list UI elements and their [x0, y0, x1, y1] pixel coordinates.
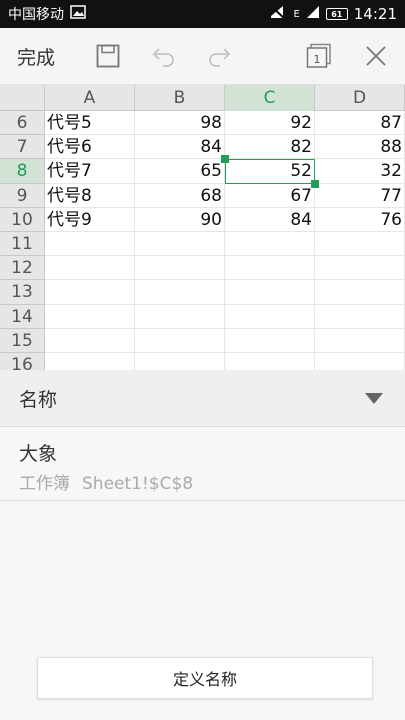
cell-a10[interactable]: 代号9 — [45, 207, 135, 232]
cell-c15[interactable] — [225, 328, 315, 353]
cell-d6[interactable]: 87 — [315, 111, 405, 136]
cell-c6[interactable]: 92 — [225, 111, 315, 136]
cell-d8[interactable]: 32 — [315, 159, 405, 184]
row-header-13[interactable]: 13 — [0, 280, 45, 305]
column-headers: A B C D — [0, 85, 405, 111]
row-header-9[interactable]: 9 — [0, 183, 45, 208]
cell-c14[interactable] — [225, 304, 315, 329]
cell-c16[interactable] — [225, 353, 315, 370]
save-icon[interactable] — [94, 42, 122, 70]
selection-handle-top-left[interactable] — [221, 155, 229, 164]
defined-name-reference: 工作簿 Sheet1!$C$8 — [19, 469, 205, 494]
cell-c7[interactable]: 82 — [225, 135, 315, 160]
cell-a13[interactable] — [45, 280, 135, 305]
dropdown-arrow-icon[interactable] — [365, 393, 383, 404]
row-header-14[interactable]: 14 — [0, 304, 45, 329]
cell-b14[interactable] — [135, 304, 225, 329]
defined-name-range: Sheet1!$C$8 — [82, 474, 194, 494]
column-header-b[interactable]: B — [135, 85, 225, 111]
cell-b6[interactable]: 98 — [135, 111, 225, 136]
network-type: E — [293, 8, 300, 20]
row-header-7[interactable]: 7 — [0, 135, 45, 160]
signal-muted-icon — [269, 4, 287, 24]
cell-a6[interactable]: 代号5 — [45, 111, 135, 136]
battery-icon: 61 — [325, 8, 348, 20]
cell-d12[interactable] — [315, 256, 405, 281]
cell-d16[interactable] — [315, 353, 405, 370]
defined-name: 大象 — [19, 443, 58, 465]
row-header-12[interactable]: 12 — [0, 256, 45, 281]
cell-b10[interactable]: 90 — [135, 207, 225, 232]
cell-a15[interactable] — [45, 328, 135, 353]
cell-c10[interactable]: 84 — [225, 207, 315, 232]
image-notification-icon — [70, 5, 86, 23]
cell-b11[interactable] — [135, 232, 225, 257]
cell-b13[interactable] — [135, 280, 225, 305]
cell-a11[interactable] — [45, 232, 135, 257]
cell-c9[interactable]: 67 — [225, 183, 315, 208]
cell-b7[interactable]: 84 — [135, 135, 225, 160]
cell-a8[interactable]: 代号7 — [45, 159, 135, 184]
defined-name-item[interactable]: 大象 工作簿 Sheet1!$C$8 — [0, 427, 405, 501]
cell-a16[interactable] — [45, 353, 135, 370]
status-bar: 中国移动 E 61 14:21 — [0, 0, 405, 28]
redo-icon[interactable] — [205, 42, 233, 70]
app-screen: 中国移动 E 61 14:21 完成 1 A B C D 6 代号5 98 92… — [0, 0, 405, 720]
close-icon[interactable] — [362, 42, 390, 70]
cell-d7[interactable]: 88 — [315, 135, 405, 160]
cell-d13[interactable] — [315, 280, 405, 305]
cell-b16[interactable] — [135, 353, 225, 370]
cell-d14[interactable] — [315, 304, 405, 329]
cell-c8[interactable]: 52 — [225, 159, 315, 184]
defined-name-scope: 工作簿 — [19, 474, 70, 494]
cell-b12[interactable] — [135, 256, 225, 281]
name-dropdown[interactable]: 名称 — [0, 370, 405, 427]
clock: 14:21 — [353, 5, 397, 23]
cell-a7[interactable]: 代号6 — [45, 135, 135, 160]
sheet-switch-icon[interactable]: 1 — [305, 42, 333, 70]
cell-d11[interactable] — [315, 232, 405, 257]
column-header-a[interactable]: A — [45, 85, 135, 111]
done-button[interactable]: 完成 — [17, 43, 55, 70]
cell-d15[interactable] — [315, 328, 405, 353]
carrier-name: 中国移动 — [8, 7, 64, 23]
toolbar: 完成 1 — [0, 28, 405, 85]
row-header-15[interactable]: 15 — [0, 328, 45, 353]
row-header-16[interactable]: 16 — [0, 353, 45, 370]
svg-text:1: 1 — [314, 53, 321, 66]
cell-c13[interactable] — [225, 280, 315, 305]
name-label: 名称 — [19, 388, 58, 411]
cell-c12[interactable] — [225, 256, 315, 281]
cell-a9[interactable]: 代号8 — [45, 183, 135, 208]
column-header-d[interactable]: D — [315, 85, 405, 111]
cell-b8[interactable]: 65 — [135, 159, 225, 184]
selection-handle-bottom-right[interactable] — [311, 179, 319, 188]
cell-d9[interactable]: 77 — [315, 183, 405, 208]
spreadsheet-grid[interactable]: A B C D 6 代号5 98 92 87 7 代号6 84 82 88 8 代号7 65 52 32 9 代… — [0, 85, 405, 370]
cell-b9[interactable]: 68 — [135, 183, 225, 208]
signal-icon — [306, 5, 320, 23]
cell-c11[interactable] — [225, 232, 315, 257]
define-name-button[interactable]: 定义名称 — [37, 657, 373, 699]
cell-a12[interactable] — [45, 256, 135, 281]
undo-icon[interactable] — [150, 42, 178, 70]
corner-cell[interactable] — [0, 85, 45, 111]
cell-a14[interactable] — [45, 304, 135, 329]
row-header-11[interactable]: 11 — [0, 232, 45, 257]
row-header-6[interactable]: 6 — [0, 111, 45, 136]
cell-d10[interactable]: 76 — [315, 207, 405, 232]
cell-b15[interactable] — [135, 328, 225, 353]
row-header-8[interactable]: 8 — [0, 159, 45, 184]
column-header-c[interactable]: C — [225, 85, 315, 111]
row-header-10[interactable]: 10 — [0, 207, 45, 232]
